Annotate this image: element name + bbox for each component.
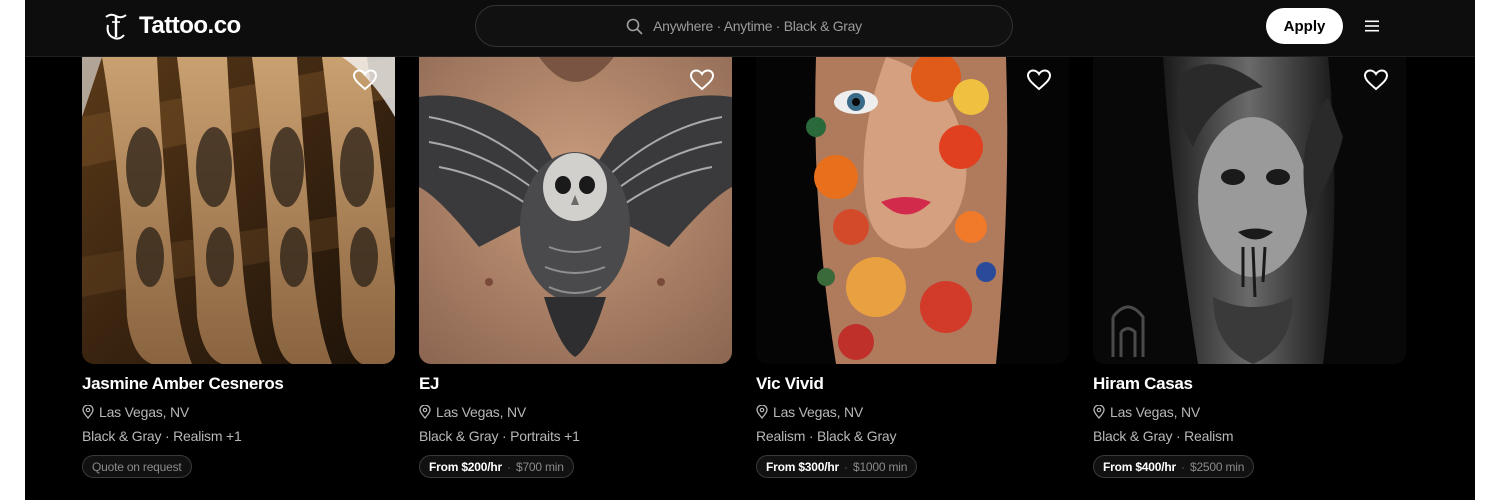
location-text: Las Vegas, NV (1110, 404, 1201, 420)
search-icon (626, 18, 643, 34)
favorite-heart-icon[interactable] (1363, 67, 1389, 93)
price-rate: From $400/hr (1103, 459, 1176, 474)
hamburger-menu-icon (1365, 20, 1379, 32)
menu-button[interactable] (1361, 14, 1383, 38)
price-badge: From $400/hr · $2500 min (1093, 455, 1255, 478)
artist-location: Las Vegas, NV (82, 403, 189, 421)
artist-styles: Black & Gray · Portraits +1 (419, 428, 580, 444)
price-separator: · (1180, 459, 1185, 474)
location-pin-icon (756, 405, 768, 419)
price-minimum: $1000 min (852, 459, 908, 474)
artist-name[interactable]: EJ (419, 374, 440, 394)
location-pin-icon (419, 405, 431, 419)
price-rate: From $200/hr (429, 459, 502, 474)
gothic-woman-sleeve-tattoo-photo[interactable] (1093, 57, 1406, 364)
artist-styles: Realism · Black & Gray (756, 428, 897, 444)
apply-button[interactable]: Apply (1266, 8, 1343, 44)
app-window: Tattoo.co Anywhere · Anytime · Black & G… (25, 0, 1475, 500)
artist-card[interactable]: Jasmine Amber Cesneros Las Vegas, NV Bla… (82, 57, 395, 500)
favorite-heart-icon[interactable] (352, 67, 378, 93)
brand-name: Tattoo.co (139, 12, 241, 39)
location-pin-icon (1093, 405, 1105, 419)
artist-name[interactable]: Hiram Casas (1093, 374, 1193, 394)
location-pin-icon (82, 405, 94, 419)
artist-card[interactable]: Hiram Casas Las Vegas, NV Black & Gray ·… (1093, 57, 1406, 500)
artist-name[interactable]: Vic Vivid (756, 374, 824, 394)
artist-card[interactable]: Vic Vivid Las Vegas, NV Realism · Black … (756, 57, 1069, 500)
favorite-heart-icon[interactable] (689, 67, 715, 93)
artist-grid: Jasmine Amber Cesneros Las Vegas, NV Bla… (82, 57, 1406, 500)
price-badge: From $200/hr · $700 min (419, 455, 574, 478)
brand-logo[interactable]: Tattoo.co (103, 9, 241, 43)
artist-location: Las Vegas, NV (756, 403, 863, 421)
top-header: Tattoo.co Anywhere · Anytime · Black & G… (25, 0, 1475, 57)
location-text: Las Vegas, NV (436, 404, 527, 420)
price-badge: From $300/hr · $1000 min (756, 455, 918, 478)
artist-styles: Black & Gray · Realism +1 (82, 428, 242, 444)
price-separator: · (843, 459, 848, 474)
price-quote: Quote on request (92, 459, 182, 474)
price-minimum: $2500 min (1189, 459, 1245, 474)
tattoo-co-logo-icon (105, 13, 127, 40)
artist-location: Las Vegas, NV (419, 403, 526, 421)
forearm-sleeve-tattoo-photo[interactable] (82, 57, 395, 364)
favorite-heart-icon[interactable] (1026, 67, 1052, 93)
artist-styles: Black & Gray · Realism (1093, 428, 1234, 444)
price-separator: · (506, 459, 511, 474)
owl-chest-tattoo-photo[interactable] (419, 57, 732, 364)
artist-name[interactable]: Jasmine Amber Cesneros (82, 374, 284, 394)
artist-card[interactable]: EJ Las Vegas, NV Black & Gray · Portrait… (419, 57, 732, 500)
price-badge: Quote on request (82, 455, 192, 478)
location-text: Las Vegas, NV (773, 404, 864, 420)
price-rate: From $300/hr (766, 459, 839, 474)
artist-location: Las Vegas, NV (1093, 403, 1200, 421)
floral-woman-portrait-tattoo-photo[interactable] (756, 57, 1069, 364)
location-text: Las Vegas, NV (99, 404, 190, 420)
price-minimum: $700 min (515, 459, 564, 474)
search-bar[interactable]: Anywhere · Anytime · Black & Gray (475, 5, 1013, 47)
search-summary: Anywhere · Anytime · Black & Gray (653, 18, 862, 34)
